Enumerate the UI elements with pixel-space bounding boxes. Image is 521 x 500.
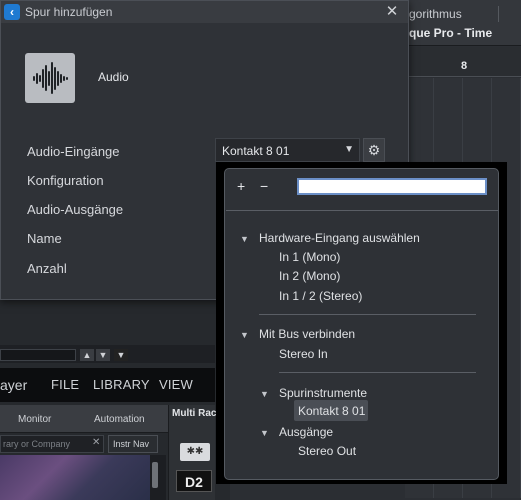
scrollbar-thumb[interactable]: [152, 462, 158, 488]
divider: [259, 314, 476, 315]
list-item-in2-mono[interactable]: In 2 (Mono): [279, 269, 340, 283]
toolbar-strip: ▲ ▼ ▼: [0, 345, 215, 363]
filter-input[interactable]: [297, 178, 487, 195]
logo-d2: D2: [176, 470, 212, 492]
divider: [279, 372, 476, 373]
chevron-down-icon[interactable]: ▼: [260, 389, 269, 399]
list-item-in1-mono[interactable]: In 1 (Mono): [279, 250, 340, 264]
cubase-icon: ‹: [4, 4, 20, 20]
tab-monitor[interactable]: Monitor: [18, 414, 51, 425]
chevron-down-icon: ▼: [344, 144, 354, 155]
list-item-kontakt[interactable]: Kontakt 8 01: [298, 404, 365, 418]
dialog-titlebar[interactable]: ‹ Spur hinzufügen ✕: [1, 1, 408, 23]
chevron-down-icon[interactable]: ▼: [260, 428, 269, 438]
clear-icon[interactable]: ✕: [92, 437, 100, 448]
gear-icon[interactable]: ⚙: [363, 138, 385, 162]
chevron-down-icon[interactable]: ▼: [240, 330, 249, 340]
list-item-stereo-in[interactable]: Stereo In: [279, 347, 328, 361]
chevron-down-icon[interactable]: ▼: [240, 234, 249, 244]
name-label: Name: [27, 231, 62, 246]
rack-settings-button[interactable]: ✱✱: [180, 443, 210, 461]
audio-inputs-label: Audio-Eingänge: [27, 144, 120, 159]
instr-nav-button[interactable]: Instr Nav: [108, 435, 158, 453]
algorithm-value[interactable]: que Pro - Time: [409, 26, 492, 40]
algorithm-label: gorithmus: [409, 7, 462, 21]
menu-view[interactable]: VIEW: [159, 377, 193, 392]
scroll-field[interactable]: [0, 349, 76, 361]
chevron-down-icon[interactable]: ▼: [114, 349, 128, 361]
list-item-in12-stereo[interactable]: In 1 / 2 (Stereo): [279, 289, 362, 303]
list-item-stereo-out[interactable]: Stereo Out: [298, 444, 356, 458]
remove-button[interactable]: −: [260, 178, 268, 194]
arrow-up-icon[interactable]: ▲: [80, 349, 94, 361]
group-bus[interactable]: Mit Bus verbinden: [259, 327, 355, 341]
track-type-label: Audio: [98, 70, 129, 84]
group-track-instruments[interactable]: Spurinstrumente: [279, 386, 367, 400]
menu-library[interactable]: LIBRARY: [93, 377, 150, 392]
instrument-artwork: [0, 455, 150, 500]
dialog-title: Spur hinzufügen: [25, 5, 113, 19]
audio-inputs-select[interactable]: Kontakt 8 01 ▼: [215, 138, 360, 162]
player-label: ayer: [0, 377, 28, 393]
group-hardware-input[interactable]: Hardware-Eingang auswählen: [259, 231, 420, 245]
library-search-input[interactable]: rary or Company: [0, 435, 104, 453]
divider: [226, 210, 498, 211]
audio-inputs-value: Kontakt 8 01: [222, 144, 290, 158]
multi-rack-label: Multi Rack: [172, 408, 223, 419]
ruler-bar-number: 8: [461, 60, 468, 72]
tab-automation[interactable]: Automation: [94, 414, 145, 425]
add-button[interactable]: +: [237, 178, 245, 194]
waveform-icon[interactable]: [25, 53, 75, 103]
count-label: Anzahl: [27, 261, 67, 276]
configuration-label: Konfiguration: [27, 173, 104, 188]
audio-outputs-label: Audio-Ausgänge: [27, 202, 124, 217]
group-outputs[interactable]: Ausgänge: [279, 425, 333, 439]
arrow-down-icon[interactable]: ▼: [96, 349, 110, 361]
divider: [498, 6, 499, 22]
close-icon[interactable]: ✕: [384, 3, 400, 21]
menu-file[interactable]: FILE: [51, 377, 79, 392]
